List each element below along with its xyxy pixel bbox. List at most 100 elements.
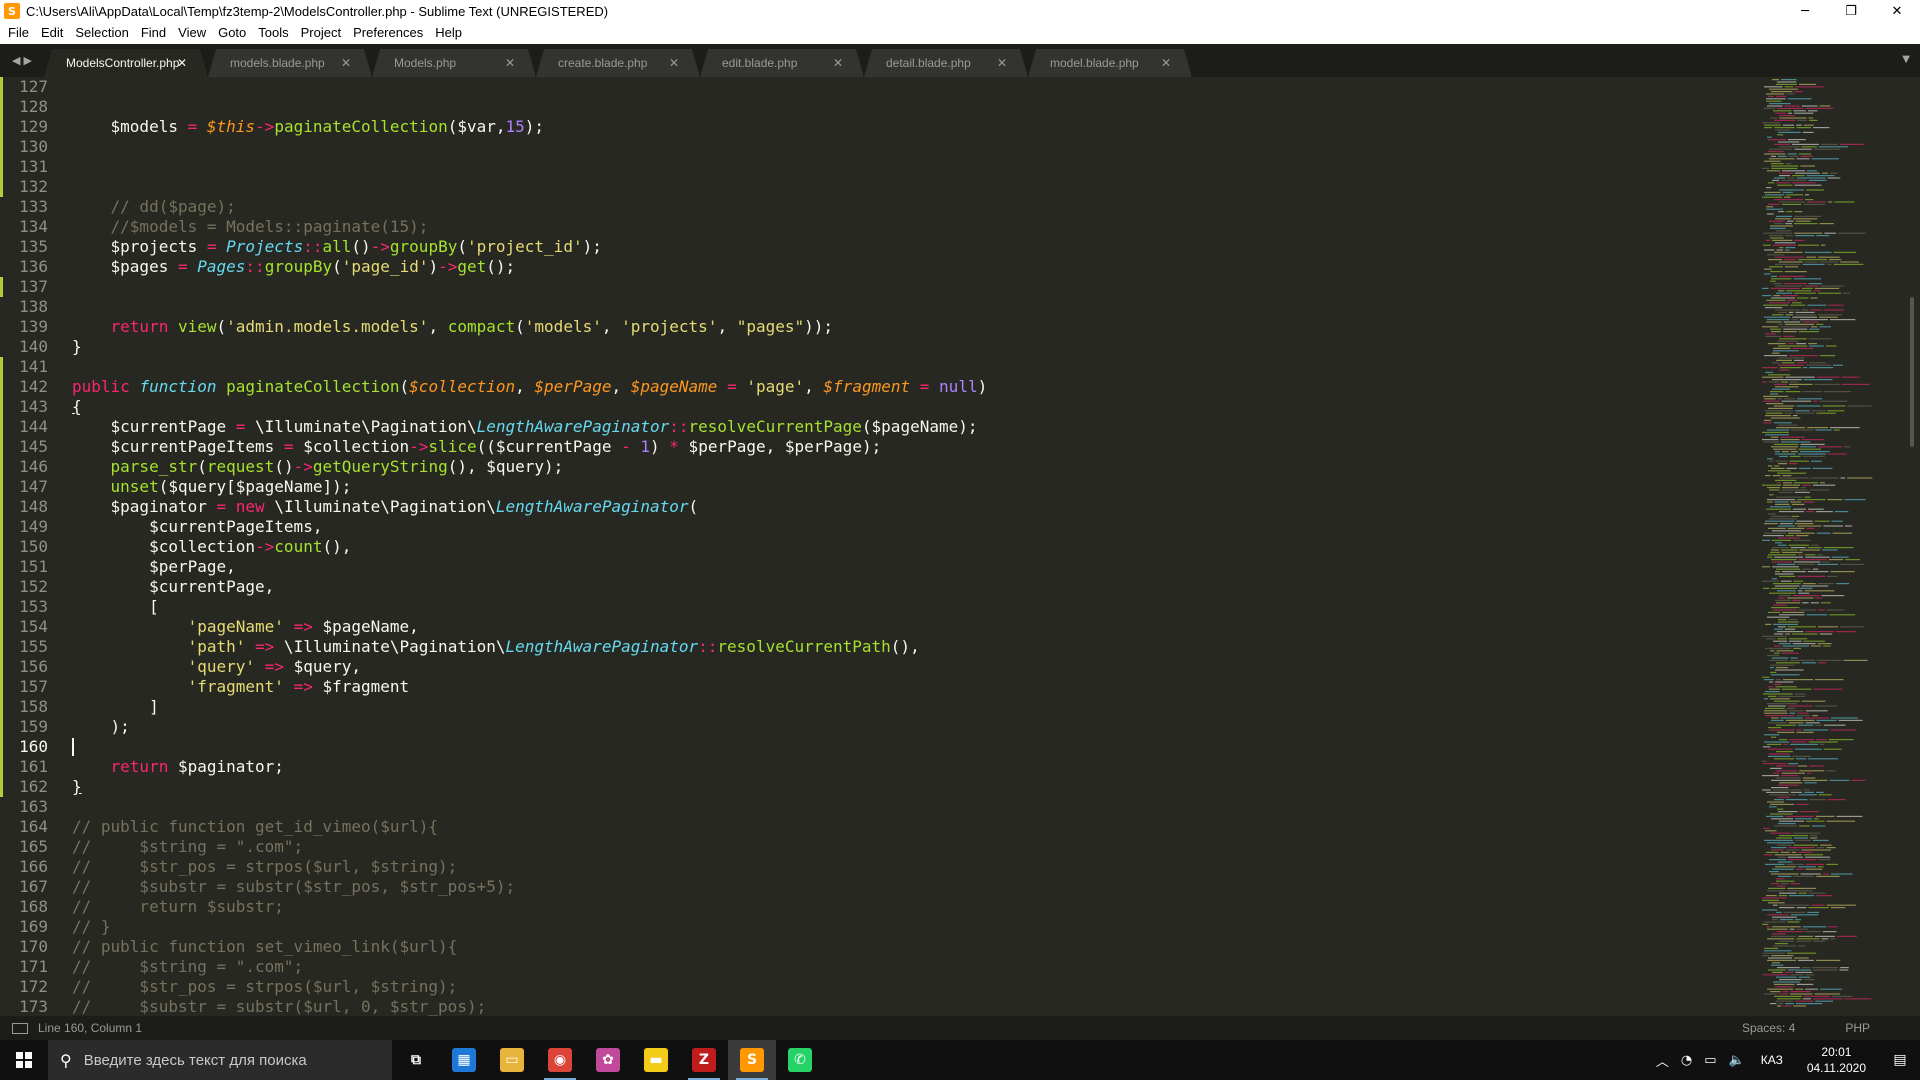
menu-item-selection[interactable]: Selection	[69, 22, 134, 44]
tab-models-php[interactable]: Models.php ✕	[372, 49, 536, 77]
menu-item-file[interactable]: File	[2, 22, 35, 44]
tab-dropdown-icon[interactable]: ▼	[1902, 54, 1910, 65]
code-line[interactable]: $currentPage = \Illuminate\Pagination\Le…	[72, 417, 1752, 437]
volume-icon[interactable]: 🔈	[1729, 1053, 1745, 1068]
battery-icon[interactable]: ▭	[1704, 1053, 1716, 1068]
code-line[interactable]: $paginator = new \Illuminate\Pagination\…	[72, 497, 1752, 517]
taskbar-brain-app[interactable]: ✿	[584, 1040, 632, 1080]
code-editor[interactable]: 127 128 129 130 131 132 133 134 135 136 137 138 139 1…	[0, 77, 1920, 1016]
code-line[interactable]: // $str_pos = strpos($url, $string);	[72, 857, 1752, 877]
taskbar-sticky-notes[interactable]: ▬	[632, 1040, 680, 1080]
taskbar-search-box[interactable]: ⚲ Введите здесь текст для поиска	[48, 1040, 392, 1080]
code-line[interactable]: {	[72, 397, 1752, 417]
clock[interactable]: 20:01 04.11.2020	[1807, 1044, 1866, 1076]
tab-close-icon[interactable]: ✕	[997, 56, 1007, 70]
code-line[interactable]	[72, 97, 1752, 117]
taskbar-chrome[interactable]: ◉	[536, 1040, 584, 1080]
tab-close-icon[interactable]: ✕	[177, 56, 187, 70]
taskbar-sublime-text[interactable]: S	[728, 1040, 776, 1080]
minimap[interactable]	[1760, 77, 1902, 1016]
code-line[interactable]: // dd($page);	[72, 197, 1752, 217]
close-button[interactable]: ✕	[1874, 0, 1920, 22]
code-line[interactable]	[72, 177, 1752, 197]
code-line[interactable]: return view('admin.models.models', compa…	[72, 317, 1752, 337]
code-line[interactable]: $currentPageItems,	[72, 517, 1752, 537]
code-line[interactable]: $projects = Projects::all()->groupBy('pr…	[72, 237, 1752, 257]
syntax-mode[interactable]: PHP	[1845, 1021, 1870, 1035]
code-line[interactable]: //$models = Models::paginate(15);	[72, 217, 1752, 237]
code-line[interactable]	[72, 797, 1752, 817]
menu-item-edit[interactable]: Edit	[35, 22, 69, 44]
tab-close-icon[interactable]: ✕	[1161, 56, 1171, 70]
code-line[interactable]	[72, 157, 1752, 177]
tab-close-icon[interactable]: ✕	[833, 56, 843, 70]
code-line[interactable]: $collection->count(),	[72, 537, 1752, 557]
tab-edit-blade-php[interactable]: edit.blade.php ✕	[700, 49, 864, 77]
menu-item-find[interactable]: Find	[135, 22, 172, 44]
menu-item-preferences[interactable]: Preferences	[347, 22, 429, 44]
indentation-setting[interactable]: Spaces: 4	[1742, 1021, 1795, 1035]
maximize-button[interactable]: ❐	[1828, 0, 1874, 22]
code-line[interactable]: // }	[72, 917, 1752, 937]
code-line[interactable]: // return $substr;	[72, 897, 1752, 917]
tab-models-blade-php[interactable]: models.blade.php ✕	[208, 49, 372, 77]
code-line[interactable]: $perPage,	[72, 557, 1752, 577]
tab-close-icon[interactable]: ✕	[505, 56, 515, 70]
code-line[interactable]: parse_str(request()->getQueryString(), $…	[72, 457, 1752, 477]
start-button[interactable]	[0, 1040, 48, 1080]
code-line[interactable]: // $substr = substr($url, 0, $str_pos);	[72, 997, 1752, 1016]
code-line[interactable]	[72, 297, 1752, 317]
code-line[interactable]: // $str_pos = strpos($url, $string);	[72, 977, 1752, 997]
code-line[interactable]: }	[72, 777, 1752, 797]
code-line[interactable]: );	[72, 717, 1752, 737]
code-line[interactable]: ]	[72, 697, 1752, 717]
code-line[interactable]: $models = $this->paginateCollection($var…	[72, 117, 1752, 137]
taskbar-whatsapp[interactable]: ✆	[776, 1040, 824, 1080]
code-line[interactable]	[72, 277, 1752, 297]
code-line[interactable]: 'query' => $query,	[72, 657, 1752, 677]
taskbar-calendar-app[interactable]: ▦	[440, 1040, 488, 1080]
code-line[interactable]	[72, 357, 1752, 377]
language-indicator[interactable]: КАЗ	[1761, 1053, 1783, 1067]
tab-modelscontroller-php[interactable]: ModelsController.php ✕	[44, 49, 208, 77]
code-line[interactable]: 'path' => \Illuminate\Pagination\LengthA…	[72, 637, 1752, 657]
taskbar-filezilla[interactable]: Z	[680, 1040, 728, 1080]
code-line[interactable]	[72, 77, 1752, 97]
code-line[interactable]: // $string = ".com";	[72, 957, 1752, 977]
code-line[interactable]: $currentPageItems = $collection->slice((…	[72, 437, 1752, 457]
notification-icon[interactable]: ▤	[1880, 1052, 1920, 1068]
code-area[interactable]: $models = $this->paginateCollection($var…	[72, 77, 1752, 1016]
code-line[interactable]: unset($query[$pageName]);	[72, 477, 1752, 497]
code-line[interactable]: return $paginator;	[72, 757, 1752, 777]
code-line[interactable]: // $substr = substr($str_pos, $str_pos+5…	[72, 877, 1752, 897]
menu-item-project[interactable]: Project	[295, 22, 347, 44]
menu-item-goto[interactable]: Goto	[212, 22, 252, 44]
tab-create-blade-php[interactable]: create.blade.php ✕	[536, 49, 700, 77]
code-line[interactable]: public function paginateCollection($coll…	[72, 377, 1752, 397]
code-line[interactable]	[72, 737, 1752, 757]
code-line[interactable]: // public function set_vimeo_link($url){	[72, 937, 1752, 957]
vertical-scrollbar[interactable]	[1910, 297, 1914, 447]
code-line[interactable]: // $string = ".com";	[72, 837, 1752, 857]
code-line[interactable]: // public function get_id_vimeo($url){	[72, 817, 1752, 837]
taskbar-task-view[interactable]: ⧉	[392, 1040, 440, 1080]
menu-item-help[interactable]: Help	[429, 22, 468, 44]
tab-detail-blade-php[interactable]: detail.blade.php ✕	[864, 49, 1028, 77]
tab-close-icon[interactable]: ✕	[669, 56, 679, 70]
tab-close-icon[interactable]: ✕	[341, 56, 351, 70]
code-line[interactable]: 'pageName' => $pageName,	[72, 617, 1752, 637]
tab-model-blade-php[interactable]: model.blade.php ✕	[1028, 49, 1192, 77]
tab-nav-arrows[interactable]: ◀ ▶	[0, 44, 44, 77]
code-line[interactable]: [	[72, 597, 1752, 617]
tray-chevron-icon[interactable]: ︿	[1656, 1051, 1669, 1070]
menu-item-view[interactable]: View	[172, 22, 212, 44]
code-line[interactable]: }	[72, 337, 1752, 357]
menu-item-tools[interactable]: Tools	[252, 22, 294, 44]
code-line[interactable]: 'fragment' => $fragment	[72, 677, 1752, 697]
code-line[interactable]: $currentPage,	[72, 577, 1752, 597]
network-icon[interactable]: ◔	[1681, 1053, 1692, 1068]
panel-toggle-icon[interactable]	[12, 1022, 28, 1034]
taskbar-file-explorer[interactable]: ▭	[488, 1040, 536, 1080]
code-line[interactable]	[72, 137, 1752, 157]
minimize-button[interactable]: ─	[1782, 0, 1828, 22]
